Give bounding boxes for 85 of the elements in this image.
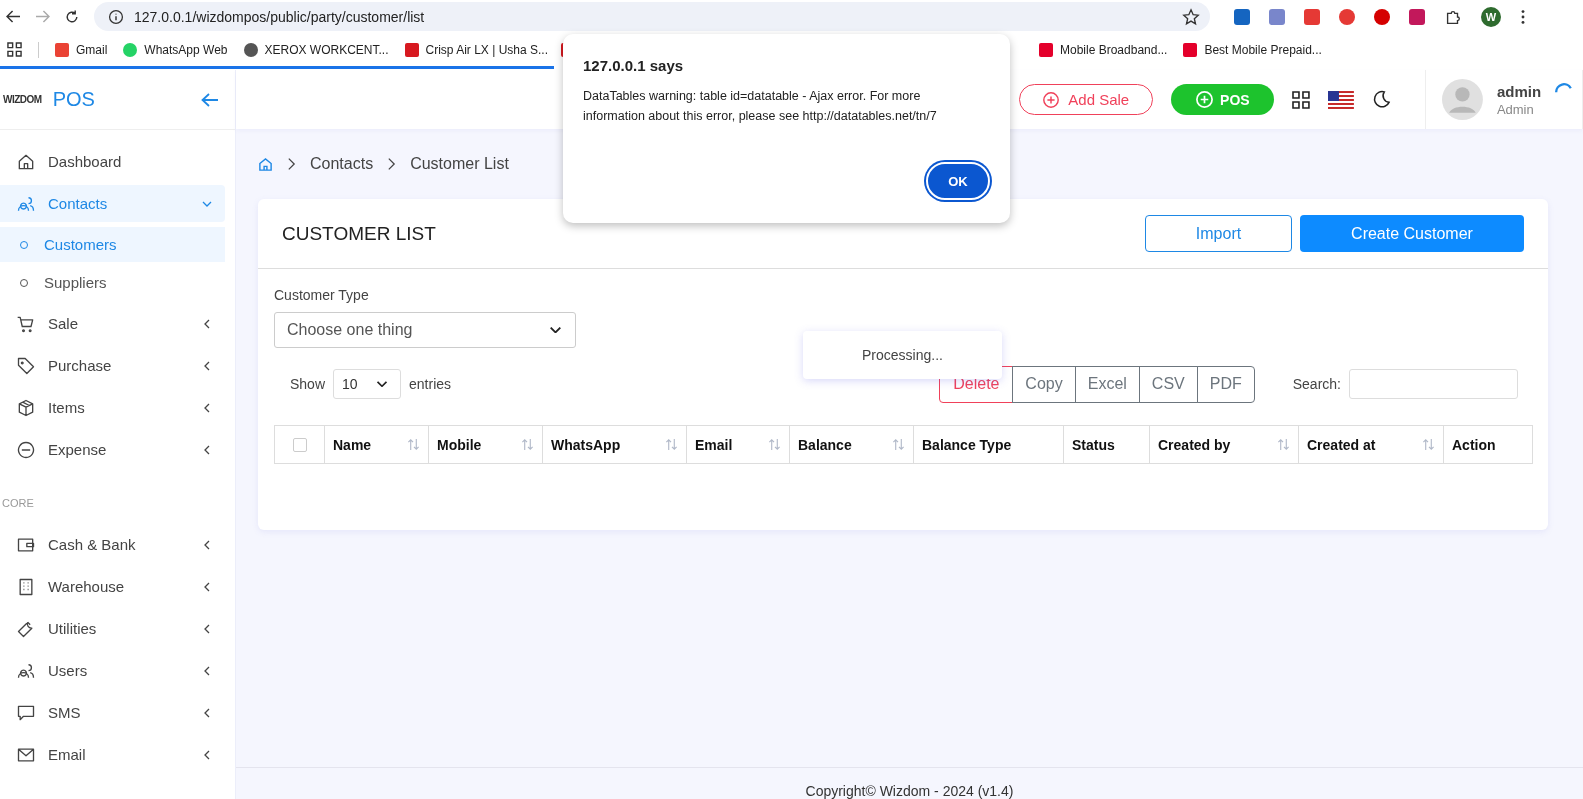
- us-flag-icon[interactable]: [1328, 90, 1355, 109]
- plus-circle-icon: [1042, 90, 1061, 109]
- extension-icon[interactable]: [1339, 8, 1355, 25]
- menu-icon[interactable]: [1520, 7, 1526, 26]
- export-button[interactable]: Excel: [1074, 365, 1140, 403]
- url-text: 127.0.0.1/wizdompos/public/party/customer/list: [134, 8, 426, 25]
- tag-icon: [16, 355, 36, 376]
- bookmark-item[interactable]: XEROX WORKCENT...: [243, 42, 389, 57]
- ok-button[interactable]: OK: [926, 162, 990, 200]
- extension-icon[interactable]: [1409, 8, 1425, 25]
- user-role: Admin: [1496, 101, 1535, 117]
- address-bar[interactable]: 127.0.0.1/wizdompos/public/party/customer/list: [94, 2, 1210, 31]
- sidebar-item[interactable]: Email: [0, 736, 225, 773]
- import-button[interactable]: Import: [1145, 215, 1292, 252]
- column-header[interactable]: Created by: [1149, 426, 1298, 463]
- extension-icon[interactable]: [1234, 8, 1250, 25]
- breadcrumb-item[interactable]: Contacts: [310, 155, 374, 173]
- plus-circle-icon: [1195, 90, 1215, 109]
- sidebar-item[interactable]: Expense: [0, 431, 225, 468]
- app-name: POS: [52, 88, 95, 111]
- page-size-select[interactable]: 10: [333, 369, 402, 399]
- bookmark-item[interactable]: Crisp Air LX | Usha S...: [404, 42, 548, 57]
- export-button[interactable]: Copy: [1012, 365, 1076, 403]
- sidebar-item[interactable]: Users: [0, 652, 225, 689]
- sidebar-item[interactable]: Sale: [0, 305, 225, 342]
- dialog-message: DataTables warning: table id=datatable - Ajax error. For more information about this error, please see http://datatables.net/tn/7: [583, 88, 938, 125]
- extension-icon[interactable]: [1269, 8, 1285, 25]
- search-label: Search:: [1292, 376, 1341, 392]
- column-header[interactable]: Balance Type: [913, 426, 1063, 463]
- bookmark-item[interactable]: Gmail: [55, 42, 108, 57]
- footer-text: Copyright© Wizdom - 2024 (v1.4): [805, 783, 1014, 799]
- column-header[interactable]: Name: [324, 426, 428, 463]
- add-sale-button[interactable]: Add Sale: [1019, 84, 1153, 115]
- bookmark-item[interactable]: WhatsApp Web: [123, 42, 228, 57]
- column-header[interactable]: WhatsApp: [542, 426, 686, 463]
- spinner-icon: [1555, 82, 1572, 93]
- column-header[interactable]: Balance: [789, 426, 913, 463]
- export-button[interactable]: PDF: [1196, 365, 1255, 403]
- sidebar-item[interactable]: Items: [0, 389, 225, 426]
- sidebar-subitem[interactable]: Suppliers: [0, 265, 225, 300]
- search-field[interactable]: [1349, 369, 1518, 399]
- select-all-checkbox[interactable]: [292, 437, 307, 452]
- dialog-title: 127.0.0.1 says: [583, 57, 685, 74]
- extension-icon[interactable]: [1374, 8, 1390, 25]
- column-header[interactable]: Status: [1063, 426, 1149, 463]
- column-header[interactable]: Action: [1443, 426, 1532, 463]
- bookmark-star-icon[interactable]: [1182, 7, 1200, 26]
- grid-icon[interactable]: [1292, 90, 1311, 109]
- section-heading: CORE: [1, 496, 35, 511]
- sidebar-item[interactable]: SMS: [0, 694, 225, 731]
- extension-icon[interactable]: [1304, 8, 1320, 25]
- sidebar-item[interactable]: Warehouse: [0, 568, 225, 605]
- chevron-right-icon: [287, 157, 296, 171]
- column-header[interactable]: Mobile: [428, 426, 542, 463]
- sidebar-item[interactable]: Dashboard: [0, 143, 225, 180]
- profile-avatar[interactable]: W: [1481, 6, 1501, 27]
- breadcrumb-item: Customer List: [410, 155, 509, 173]
- sidebar-item[interactable]: Purchase: [0, 347, 225, 384]
- reload-icon[interactable]: [64, 8, 80, 25]
- sidebar-item[interactable]: Cash & Bank: [0, 526, 225, 563]
- bookmark-item[interactable]: Best Mobile Prepaid...: [1183, 42, 1322, 57]
- collapse-arrow-icon[interactable]: [201, 92, 219, 107]
- processing-dialog: Processing...: [803, 331, 1002, 379]
- chevron-down-icon: [550, 327, 561, 333]
- chevron-right-icon: [387, 157, 397, 171]
- box-icon: [16, 397, 36, 418]
- entries-label: entries: [409, 376, 452, 392]
- chevron-down-icon: [377, 381, 388, 387]
- brand-logo: WIZDOM: [3, 94, 42, 105]
- column-header[interactable]: Created at: [1298, 426, 1443, 463]
- moon-icon[interactable]: [1372, 90, 1391, 109]
- show-label: Show: [290, 376, 326, 392]
- customer-type-select[interactable]: Choose one thing: [274, 312, 576, 348]
- user-name: admin: [1496, 82, 1542, 100]
- field-label: Customer Type: [274, 287, 370, 303]
- back-arrow-icon[interactable]: [6, 10, 21, 23]
- sidebar-item[interactable]: Utilities: [0, 610, 225, 647]
- bookmark-item[interactable]: Mobile Broadband...: [1039, 42, 1168, 57]
- info-icon[interactable]: [108, 8, 124, 25]
- home-icon[interactable]: [258, 156, 273, 172]
- apps-icon[interactable]: [7, 42, 22, 57]
- minus-icon: [16, 439, 36, 460]
- export-button[interactable]: CSV: [1138, 365, 1198, 403]
- card-title: CUSTOMER LIST: [282, 222, 437, 245]
- column-header[interactable]: Email: [686, 426, 789, 463]
